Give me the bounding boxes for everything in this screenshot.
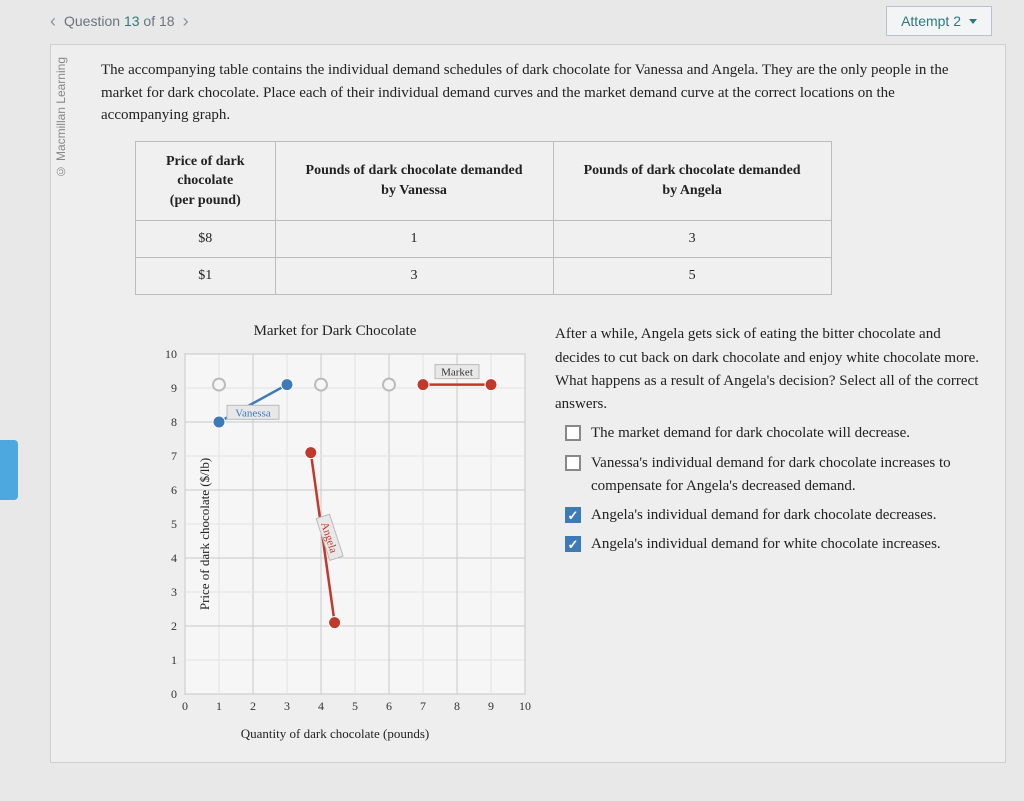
svg-text:6: 6 — [171, 483, 177, 497]
chevron-down-icon — [969, 19, 977, 24]
svg-text:5: 5 — [352, 699, 358, 713]
copyright-label: © Macmillan Learning — [54, 57, 68, 178]
svg-text:1: 1 — [216, 699, 222, 713]
th-angela: Pounds of dark chocolate demandedby Ange… — [553, 141, 831, 221]
th-price: Price of darkchocolate(per pound) — [136, 141, 276, 221]
question-nav: ‹ Question 13 of 18 › — [50, 11, 189, 32]
lower-row: Market for Dark Chocolate Price of dark … — [135, 323, 985, 742]
chart-title: Market for Dark Chocolate — [135, 323, 535, 340]
demand-table: Price of darkchocolate(per pound) Pounds… — [135, 141, 832, 296]
cell: 1 — [275, 221, 553, 258]
svg-text:2: 2 — [171, 619, 177, 633]
svg-text:0: 0 — [182, 699, 188, 713]
cell: $1 — [136, 258, 276, 295]
svg-text:10: 10 — [165, 347, 177, 361]
option-label: Angela's individual demand for dark choc… — [591, 504, 936, 527]
svg-text:9: 9 — [171, 381, 177, 395]
option-label: The market demand for dark chocolate wil… — [591, 422, 910, 445]
chart[interactable]: Market for Dark Chocolate Price of dark … — [135, 323, 535, 742]
chart-svg[interactable]: 001122334455667788991010VanessaAngelaMar… — [135, 344, 535, 724]
svg-text:7: 7 — [171, 449, 177, 463]
svg-text:1: 1 — [171, 653, 177, 667]
cell: 3 — [275, 258, 553, 295]
svg-text:9: 9 — [488, 699, 494, 713]
next-question-button[interactable]: › — [183, 11, 189, 32]
svg-text:0: 0 — [171, 687, 177, 701]
question-label: Question 13 of 18 — [64, 13, 175, 29]
q-current: 13 — [124, 13, 140, 29]
followup-column: After a while, Angela gets sick of eatin… — [555, 323, 985, 742]
option-label: Vanessa's individual demand for dark cho… — [591, 452, 985, 499]
checkbox[interactable] — [565, 425, 581, 441]
prompt-text: The accompanying table contains the indi… — [101, 59, 985, 127]
svg-text:3: 3 — [284, 699, 290, 713]
svg-text:5: 5 — [171, 517, 177, 531]
option-3[interactable]: Angela's individual demand for white cho… — [555, 533, 985, 556]
page: ‹ Question 13 of 18 › Attempt 2 © Macmil… — [0, 0, 1024, 763]
option-1[interactable]: Vanessa's individual demand for dark cho… — [555, 452, 985, 499]
option-2[interactable]: Angela's individual demand for dark choc… — [555, 504, 985, 527]
prev-question-button[interactable]: ‹ — [50, 11, 56, 32]
svg-text:4: 4 — [171, 551, 177, 565]
svg-text:Vanessa: Vanessa — [235, 408, 271, 420]
attempt-label: Attempt 2 — [901, 13, 961, 29]
checkbox[interactable] — [565, 536, 581, 552]
svg-text:8: 8 — [454, 699, 460, 713]
th-vanessa: Pounds of dark chocolate demandedby Vane… — [275, 141, 553, 221]
attempt-selector[interactable]: Attempt 2 — [886, 6, 992, 36]
svg-text:3: 3 — [171, 585, 177, 599]
followup-text: After a while, Angela gets sick of eatin… — [555, 323, 985, 416]
checkbox[interactable] — [565, 455, 581, 471]
q-of: of — [143, 13, 155, 29]
y-axis-label: Price of dark chocolate ($/lb) — [197, 458, 213, 610]
topbar: ‹ Question 13 of 18 › Attempt 2 — [0, 0, 1006, 40]
cell: 5 — [553, 258, 831, 295]
svg-text:6: 6 — [386, 699, 392, 713]
svg-text:2: 2 — [250, 699, 256, 713]
svg-text:8: 8 — [171, 415, 177, 429]
option-0[interactable]: The market demand for dark chocolate wil… — [555, 422, 985, 445]
svg-text:10: 10 — [519, 699, 531, 713]
chart-area[interactable]: Price of dark chocolate ($/lb) 00 1 1 2 2 3 3 4… — [135, 344, 535, 724]
content-card: © Macmillan Learning The accompanying ta… — [50, 44, 1006, 763]
table-row: $1 3 5 — [136, 258, 832, 295]
cell: $8 — [136, 221, 276, 258]
svg-text:4: 4 — [318, 699, 324, 713]
svg-text:7: 7 — [420, 699, 426, 713]
option-label: Angela's individual demand for white cho… — [591, 533, 941, 556]
options-list: The market demand for dark chocolate wil… — [555, 422, 985, 556]
x-axis-label: Quantity of dark chocolate (pounds) — [135, 726, 535, 742]
q-total: 18 — [159, 13, 175, 29]
svg-text:Market: Market — [441, 367, 473, 379]
q-word: Question — [64, 13, 120, 29]
table-row: $8 1 3 — [136, 221, 832, 258]
progress-tab[interactable] — [0, 440, 18, 500]
checkbox[interactable] — [565, 507, 581, 523]
cell: 3 — [553, 221, 831, 258]
